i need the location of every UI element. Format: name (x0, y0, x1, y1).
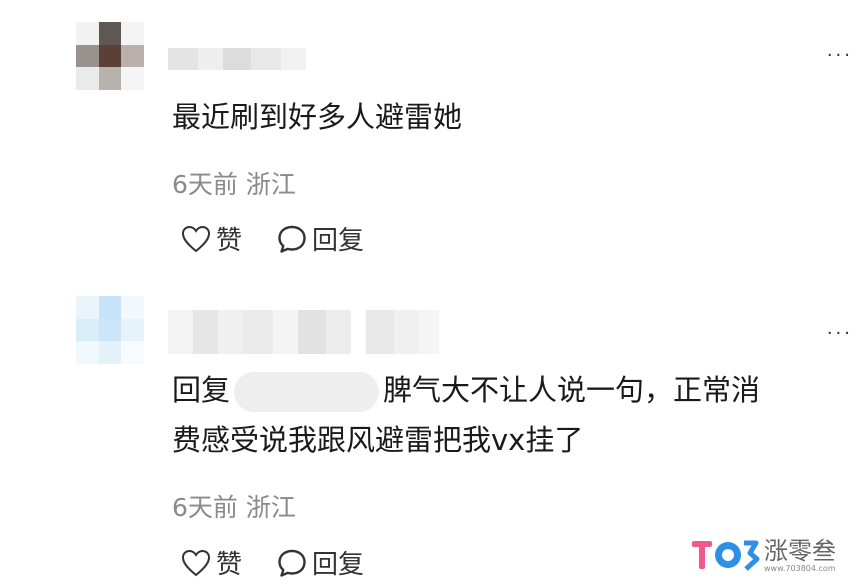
comment-actions: 赞 回复 (180, 220, 398, 257)
like-button[interactable]: 赞 (180, 544, 242, 581)
watermark-logo-icon (692, 540, 760, 571)
reply-label: 回复 (312, 226, 365, 256)
reply-label: 回复 (312, 550, 365, 580)
comment-text-line1: 脾气大不让人说一句，正常消 (383, 373, 761, 407)
reply-button[interactable]: 回复 (276, 544, 364, 581)
comment-bubble-icon (278, 225, 306, 253)
like-label: 赞 (216, 226, 243, 256)
watermark: 涨零叁 www.703804.com (690, 535, 836, 575)
comment-bubble-icon (278, 549, 306, 577)
more-options-icon[interactable]: ... (827, 40, 853, 61)
comment-location: 浙江 (245, 170, 296, 199)
comment-actions: 赞 回复 (180, 544, 398, 581)
reply-button[interactable]: 回复 (276, 220, 364, 257)
heart-icon (181, 549, 211, 576)
comment-meta: 6天前 浙江 (172, 488, 296, 524)
like-label: 赞 (216, 550, 243, 580)
avatar[interactable] (76, 22, 144, 90)
comment-text-line2: 费感受说我跟风避雷把我vx挂了 (172, 423, 584, 457)
username[interactable] (168, 48, 306, 70)
comment-text: 回复 脾气大不让人说一句，正常消 (172, 365, 760, 415)
watermark-title: 涨零叁 (764, 536, 836, 565)
heart-icon (181, 225, 211, 252)
more-options-icon[interactable]: ... (827, 318, 853, 339)
reply-prefix: 回复 (172, 373, 231, 407)
comment-location: 浙江 (245, 493, 296, 522)
watermark-url: www.703804.com (764, 563, 836, 573)
like-button[interactable]: 赞 (180, 220, 242, 257)
avatar[interactable] (76, 296, 144, 364)
comment-meta: 6天前 浙江 (172, 165, 296, 201)
comment-text: 最近刷到好多人避雷她 (172, 100, 463, 134)
comment-time: 6天前 (172, 493, 238, 522)
mentioned-user[interactable] (234, 372, 380, 412)
comment-item: ... 最近刷到好多人避雷她 6天前 浙江 赞 回复 (0, 0, 861, 290)
username[interactable] (168, 310, 439, 354)
comment-time: 6天前 (172, 170, 238, 199)
